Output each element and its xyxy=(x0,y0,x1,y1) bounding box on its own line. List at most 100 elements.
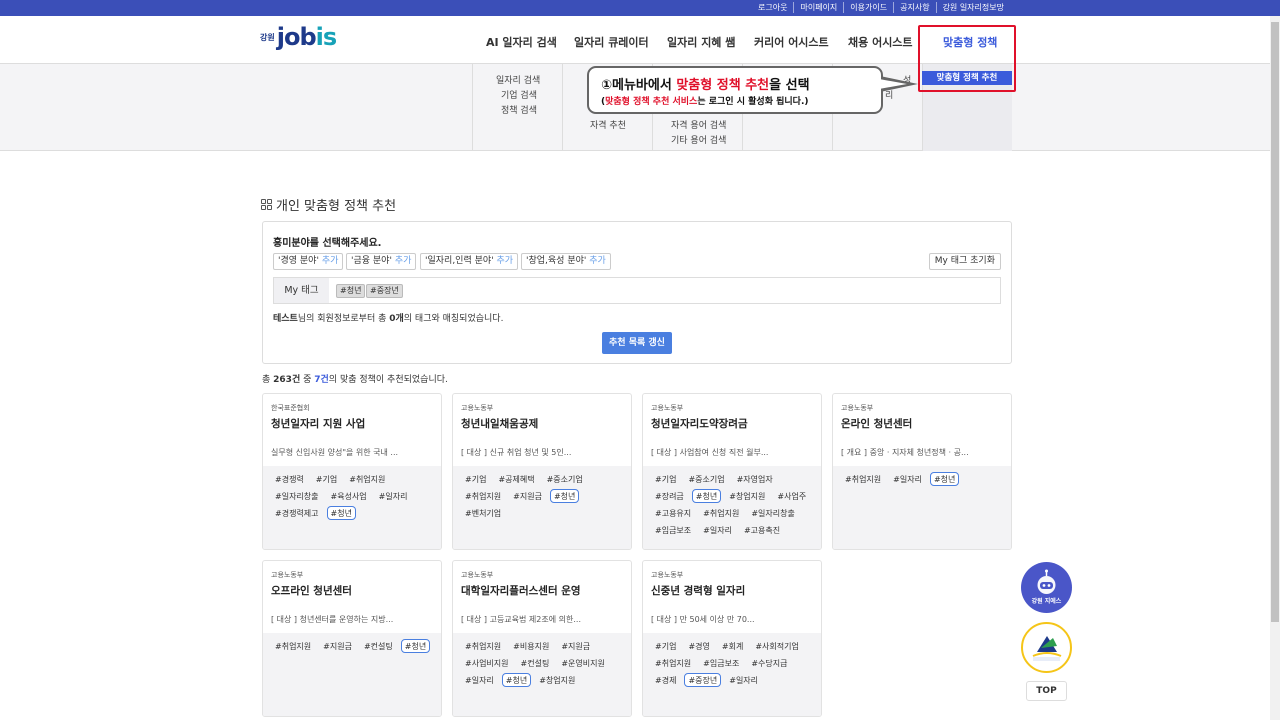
scroll-top-button[interactable]: TOP xyxy=(1026,681,1067,701)
tag-label: '금융 분야' xyxy=(351,256,392,266)
nav-job-wisdom[interactable]: 일자리 지혜 쌤 xyxy=(667,34,735,50)
interest-tag-employment[interactable]: '일자리,인력 분야' 추가 xyxy=(420,253,519,270)
nav-ai-job-search[interactable]: AI 일자리 검색 xyxy=(486,34,557,50)
card-description: 실무형 신입사원 양성"을 위한 국내 ... xyxy=(271,448,399,457)
interest-tag-finance[interactable]: '금융 분야' 추가 xyxy=(346,253,417,270)
card-org: 고용노동부 xyxy=(841,404,874,412)
card-tag: #경쟁력 xyxy=(275,475,304,484)
logo-region: 강원 xyxy=(260,32,275,42)
card-tag: #기업 xyxy=(465,475,487,484)
policy-card[interactable]: 고용노동부 오프라인 청년센터 [ 대상 ] 청년센터를 운영하는 지방... #취업… xyxy=(262,560,442,717)
card-title[interactable]: 신중년 경력형 일자리 xyxy=(651,583,745,598)
add-link[interactable]: 추가 xyxy=(322,256,339,266)
card-tag: #중소기업 xyxy=(688,475,725,484)
menu-job-search[interactable]: 일자리 검색 xyxy=(496,73,540,86)
page-title-text: 개인 맞춤형 정책 추천 xyxy=(276,199,397,214)
scrollbar-thumb[interactable] xyxy=(1271,22,1279,622)
add-link[interactable]: 추가 xyxy=(497,256,514,266)
reset-tags-button[interactable]: My 태그 초기화 xyxy=(928,253,1001,270)
interest-question: 흥미분야를 선택해주세요. xyxy=(273,238,382,249)
chatbot-label: 강원 지에스 xyxy=(1031,598,1062,605)
menu-other-term-search[interactable]: 기타 용어 검색 xyxy=(671,133,726,146)
notice-link[interactable]: 공지사항 xyxy=(894,2,937,13)
card-org: 고용노동부 xyxy=(271,571,304,579)
gangwon-job-emblem-button[interactable] xyxy=(1021,622,1072,673)
my-tag-chip[interactable]: #청년 xyxy=(336,284,366,298)
callout-text: 메뉴바에서 xyxy=(612,78,677,93)
info-text: 의 태그와 매칭되었습니다. xyxy=(403,314,504,324)
card-tag: #경제 xyxy=(655,676,677,685)
menu-cert-recommend[interactable]: 자격 추천 xyxy=(590,118,626,131)
card-title[interactable]: 청년일자리도약장려금 xyxy=(651,416,748,431)
menu-cert-term-search[interactable]: 자격 용어 검색 xyxy=(671,118,726,131)
policy-card[interactable]: 고용노동부 청년일자리도약장려금 [ 대상 ] 사업참여 신청 직전 월부... #기… xyxy=(642,393,822,550)
policy-card[interactable]: 고용노동부 온라인 청년센터 [ 개요 ] 중앙 · 지자체 청년정책 · 공...… xyxy=(832,393,1012,550)
card-tag: #취업지원 xyxy=(275,642,312,651)
gangwon-job-link[interactable]: 강원 일자리정보망 xyxy=(937,2,1010,13)
card-tag: #창업지원 xyxy=(539,676,576,685)
card-tag: #취업지원 xyxy=(845,475,882,484)
match-count: 0개 xyxy=(389,314,404,324)
card-tag: #기업 xyxy=(655,642,677,651)
top-utility-bar: 로그아웃 마이페이지 이용가이드 공지사항 강원 일자리정보망 xyxy=(0,0,1280,16)
my-tag-label: My 태그 xyxy=(274,278,329,303)
scrollbar[interactable] xyxy=(1270,16,1280,720)
card-tags: #기업 #중소기업 #자영업자 #장려금 #청년 #창업지원 #사업주 #고용유지 #취업지원 #… xyxy=(643,466,821,549)
nav-hiring-assist[interactable]: 채용 어시스트 xyxy=(848,34,913,50)
callout-pointer-inner xyxy=(879,79,907,89)
card-tag: #기업 xyxy=(315,475,338,484)
policy-card[interactable]: 한국표준협회 청년일자리 지원 사업 실무형 신입사원 양성"을 위한 국내 ...… xyxy=(262,393,442,550)
card-tag: #일자리 xyxy=(703,526,732,535)
policy-card[interactable]: 고용노동부 신중년 경력형 일자리 [ 대상 ] 만 50세 이상 만 70... #… xyxy=(642,560,822,717)
policy-card[interactable]: 고용노동부 청년내일채움공제[ 대상 ] 신규 취업 청년 및 5인... #기업 #… xyxy=(452,393,632,550)
card-tag: #컨설팅 xyxy=(520,659,550,668)
card-title[interactable]: 온라인 청년센터 xyxy=(841,416,912,431)
card-tag: #운영비지원 xyxy=(561,659,605,668)
menu-policy-search[interactable]: 정책 검색 xyxy=(501,103,537,116)
card-tags: #취업지원 #일자리 #청년 xyxy=(833,466,1011,549)
mypage-link[interactable]: 마이페이지 xyxy=(794,2,845,13)
interest-tag-startup[interactable]: '창업,육성 분야' 추가 xyxy=(521,253,611,270)
add-link[interactable]: 추가 xyxy=(589,256,606,266)
match-info: 테스트님의 회원정보로부터 총 0개의 태그와 매칭되었습니다. xyxy=(273,311,503,324)
card-description: [ 대상 ] 사업참여 신청 직전 월부... xyxy=(651,448,769,457)
nav-career-assist[interactable]: 커리어 어시스트 xyxy=(754,34,829,50)
robot-icon xyxy=(1037,569,1056,594)
logo[interactable]: 강원 jobis xyxy=(260,23,337,51)
card-tag: #사회적기업 xyxy=(755,642,799,651)
card-title[interactable]: 대학일자리플러스센터 운영 xyxy=(461,583,581,598)
card-tag: #고용유지 xyxy=(655,509,692,518)
card-tag: #창업지원 xyxy=(729,492,766,501)
card-title[interactable]: 오프라인 청년센터 xyxy=(271,583,352,598)
menu-company-search[interactable]: 기업 검색 xyxy=(501,88,537,101)
refresh-list-button[interactable]: 추천 목록 갱신 xyxy=(602,332,672,354)
guide-link[interactable]: 이용가이드 xyxy=(844,2,895,13)
card-tag: #청년 xyxy=(929,472,960,486)
card-tag: #회계 xyxy=(721,642,744,651)
my-tag-chip[interactable]: #중장년 xyxy=(366,284,403,298)
card-org: 고용노동부 xyxy=(461,404,494,412)
card-tag: #비용지원 xyxy=(513,642,550,651)
card-tag: #기업 xyxy=(655,475,677,484)
card-title[interactable]: 청년내일채움공제 xyxy=(461,416,538,431)
policy-card[interactable]: 고용노동부 대학일자리플러스센터 운영 [ 대상 ] 고등교육법 제2조에 의한..… xyxy=(452,560,632,717)
card-tag: #사업주 xyxy=(777,492,807,501)
card-title[interactable]: 청년일자리 지원 사업 xyxy=(271,416,365,431)
logout-link[interactable]: 로그아웃 xyxy=(752,2,795,13)
total-count: 263건 xyxy=(273,375,301,385)
interest-tag-management[interactable]: '경영 분야' 추가 xyxy=(273,253,344,270)
summary-text: 총 xyxy=(262,375,274,385)
tag-label: '일자리,인력 분야' xyxy=(425,256,494,266)
chatbot-button[interactable]: 강원 지에스 xyxy=(1021,562,1072,613)
user-name: 테스트 xyxy=(273,314,298,324)
card-tag: #중소기업 xyxy=(546,475,583,484)
add-link[interactable]: 추가 xyxy=(395,256,412,266)
card-tag: #취업지원 xyxy=(703,509,740,518)
logo-brand-main: job xyxy=(276,23,317,51)
nav-job-curator[interactable]: 일자리 큐레이터 xyxy=(574,34,649,50)
card-tag: #취업지원 xyxy=(349,475,386,484)
card-tag: #취업지원 xyxy=(655,659,692,668)
card-tag: #청년 xyxy=(691,489,722,503)
card-tag: #컨설팅 xyxy=(363,642,393,651)
callout-emphasis: 맞춤형 정책 추천 xyxy=(676,78,770,93)
